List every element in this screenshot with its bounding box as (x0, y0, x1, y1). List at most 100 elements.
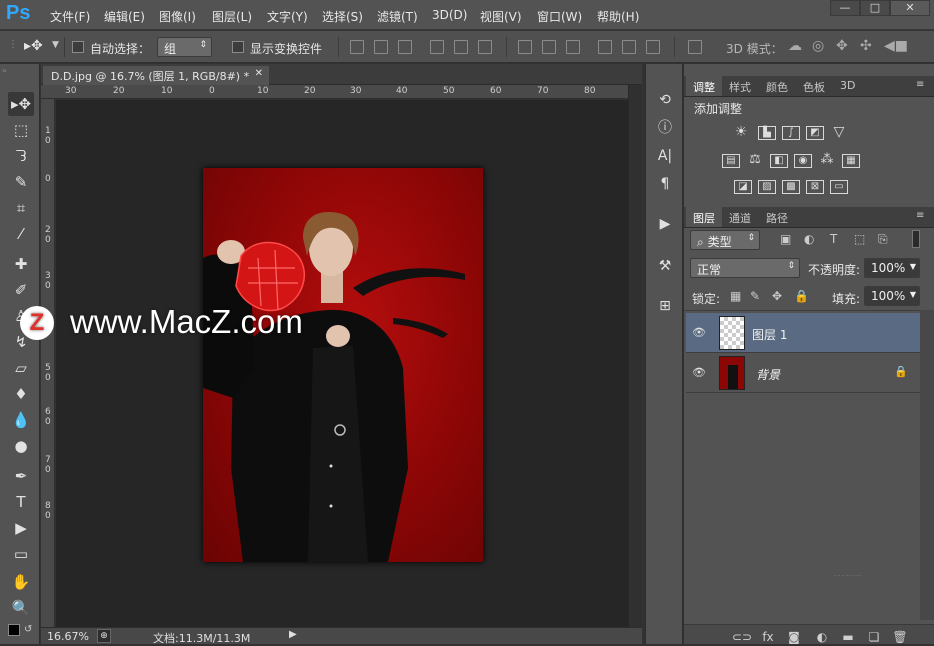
vertical-scrollbar[interactable] (628, 85, 642, 627)
menu-file[interactable]: 文件(F) (50, 8, 90, 25)
menu-edit[interactable]: 编辑(E) (104, 8, 145, 25)
threshold-icon[interactable]: ▩ (782, 180, 800, 194)
dodge-tool-icon[interactable]: ● (8, 434, 34, 458)
color-lookup-icon[interactable]: ▦ (842, 154, 860, 168)
filter-adjustment-icon[interactable]: ◐ (804, 232, 814, 246)
tool-presets-icon[interactable]: ⚒ (655, 256, 675, 276)
exposure-icon[interactable]: ◩ (806, 126, 824, 140)
layer-filter-dropdown[interactable]: ⌕ 类型 ⇕ (690, 230, 760, 250)
selective-color-icon[interactable]: ⊠ (806, 180, 824, 194)
menu-filter[interactable]: 滤镜(T) (377, 8, 418, 25)
pen-tool-icon[interactable]: ✒ (8, 464, 34, 488)
tab-swatches[interactable]: 色板 (796, 76, 832, 96)
align-left-icon[interactable] (430, 40, 444, 54)
link-layers-icon[interactable]: ⊂⊃ (732, 630, 752, 644)
eraser-tool-icon[interactable]: ▱ (8, 356, 34, 380)
auto-select-dropdown[interactable]: 组 ⇕ (157, 37, 212, 57)
distribute-left-icon[interactable] (598, 40, 612, 54)
tab-channels[interactable]: 通道 (722, 207, 758, 227)
brush-tool-icon[interactable]: ✐ (8, 278, 34, 302)
tab-adjustments[interactable]: 调整 (686, 76, 722, 96)
filter-toggle[interactable] (912, 230, 920, 248)
foreground-color-swatch[interactable] (8, 624, 20, 636)
character-panel-icon[interactable]: A| (655, 146, 675, 166)
move-tool-icon[interactable]: ▸✥ (8, 92, 34, 116)
lock-transparency-icon[interactable]: ▦ (730, 289, 741, 303)
new-layer-icon[interactable]: ❏ (866, 630, 882, 644)
move-tool-preset-icon[interactable]: ▸✥ (24, 38, 43, 54)
align-bottom-icon[interactable] (398, 40, 412, 54)
eyedropper-tool-icon[interactable]: ⁄ (8, 222, 34, 246)
lock-position-icon[interactable]: ✥ (772, 289, 782, 303)
add-mask-icon[interactable]: ◙ (786, 630, 802, 644)
color-balance-icon[interactable]: ⚖ (746, 153, 764, 168)
align-vcenter-icon[interactable] (374, 40, 388, 54)
paragraph-panel-icon[interactable]: ¶ (655, 174, 675, 194)
menu-image[interactable]: 图像(I) (159, 8, 196, 25)
shape-tool-icon[interactable]: ▭ (8, 542, 34, 566)
new-group-icon[interactable]: ▬ (840, 630, 856, 644)
align-right-icon[interactable] (478, 40, 492, 54)
distribute-right-icon[interactable] (646, 40, 660, 54)
collapse-arrows-icon[interactable]: » (2, 66, 38, 75)
drag-3d-icon[interactable]: ✥ (836, 38, 848, 54)
distribute-vcenter-icon[interactable] (542, 40, 556, 54)
hue-saturation-icon[interactable]: ▤ (722, 154, 740, 168)
new-adjustment-icon[interactable]: ◐ (814, 630, 830, 644)
opacity-input[interactable]: 100% ▼ (864, 258, 920, 278)
document-image[interactable] (203, 168, 483, 562)
panel-menu-icon[interactable]: ≡ (916, 79, 924, 90)
layer-row-layer1[interactable]: 👁 图层 1 (686, 313, 920, 353)
delete-layer-icon[interactable]: 🗑 (892, 630, 908, 644)
lock-pixels-icon[interactable]: ✎ (750, 289, 760, 303)
actions-panel-icon[interactable]: ▶ (655, 214, 675, 234)
photo-filter-icon[interactable]: ◉ (794, 154, 812, 168)
auto-align-icon[interactable] (688, 40, 702, 54)
filter-pixel-icon[interactable]: ▣ (780, 232, 791, 246)
menu-select[interactable]: 选择(S) (322, 8, 363, 25)
close-button[interactable]: ✕ (890, 0, 930, 16)
auto-select-checkbox[interactable] (72, 41, 84, 53)
tab-paths[interactable]: 路径 (759, 207, 795, 227)
crop-tool-icon[interactable]: ⌗ (8, 196, 34, 220)
history-panel-icon[interactable]: ⟲ (655, 90, 675, 110)
posterize-icon[interactable]: ▨ (758, 180, 776, 194)
document-tab[interactable]: D.D.jpg @ 16.7% (图层 1, RGB/8#) * ✕ (43, 66, 269, 85)
menu-3d[interactable]: 3D(D) (432, 8, 467, 22)
invert-icon[interactable]: ◪ (734, 180, 752, 194)
clone-source-icon[interactable]: ⊞ (655, 296, 675, 316)
lasso-tool-icon[interactable]: ᘊ (8, 144, 34, 168)
menu-window[interactable]: 窗口(W) (537, 8, 582, 25)
scale-3d-icon[interactable]: ◀■ (884, 38, 908, 54)
panel-menu-icon[interactable]: ≡ (916, 210, 924, 221)
swap-colors-icon[interactable]: ↺ (24, 624, 32, 635)
path-select-tool-icon[interactable]: ▶ (8, 516, 34, 540)
paint-bucket-tool-icon[interactable]: ♦ (8, 382, 34, 406)
status-menu-arrow-icon[interactable]: ▶ (289, 629, 297, 640)
black-white-icon[interactable]: ◧ (770, 154, 788, 168)
layer-name[interactable]: 图层 1 (752, 326, 787, 343)
type-tool-icon[interactable]: T (8, 490, 34, 514)
info-panel-icon[interactable]: ⓘ (655, 118, 675, 138)
visibility-eye-icon[interactable]: 👁 (692, 326, 708, 339)
gradient-map-icon[interactable]: ▭ (830, 180, 848, 194)
vibrance-icon[interactable]: ▽ (830, 125, 848, 140)
tab-styles[interactable]: 样式 (722, 76, 758, 96)
tab-3d[interactable]: 3D (833, 76, 862, 96)
distribute-bottom-icon[interactable] (566, 40, 580, 54)
marquee-tool-icon[interactable]: ⬚ (8, 118, 34, 142)
layers-scrollbar[interactable] (920, 310, 934, 620)
lock-all-icon[interactable]: 🔒 (794, 289, 809, 303)
menu-type[interactable]: 文字(Y) (267, 8, 308, 25)
filter-smart-object-icon[interactable]: ⎘ (878, 232, 888, 247)
chevron-down-icon[interactable]: ▼ (52, 40, 59, 50)
show-transform-checkbox[interactable] (232, 41, 244, 53)
rotate-3d-icon[interactable]: ☁ (788, 38, 802, 54)
blur-tool-icon[interactable]: 💧 (8, 408, 34, 432)
zoom-tool-icon[interactable]: 🔍 (8, 596, 34, 620)
layer-row-background[interactable]: 👁 背景 🔒 (686, 353, 920, 393)
channel-mixer-icon[interactable]: ⁂ (818, 153, 836, 168)
hand-tool-icon[interactable]: ✋ (8, 570, 34, 594)
roll-3d-icon[interactable]: ◎ (812, 38, 824, 54)
layer-style-icon[interactable]: fx (760, 630, 776, 644)
